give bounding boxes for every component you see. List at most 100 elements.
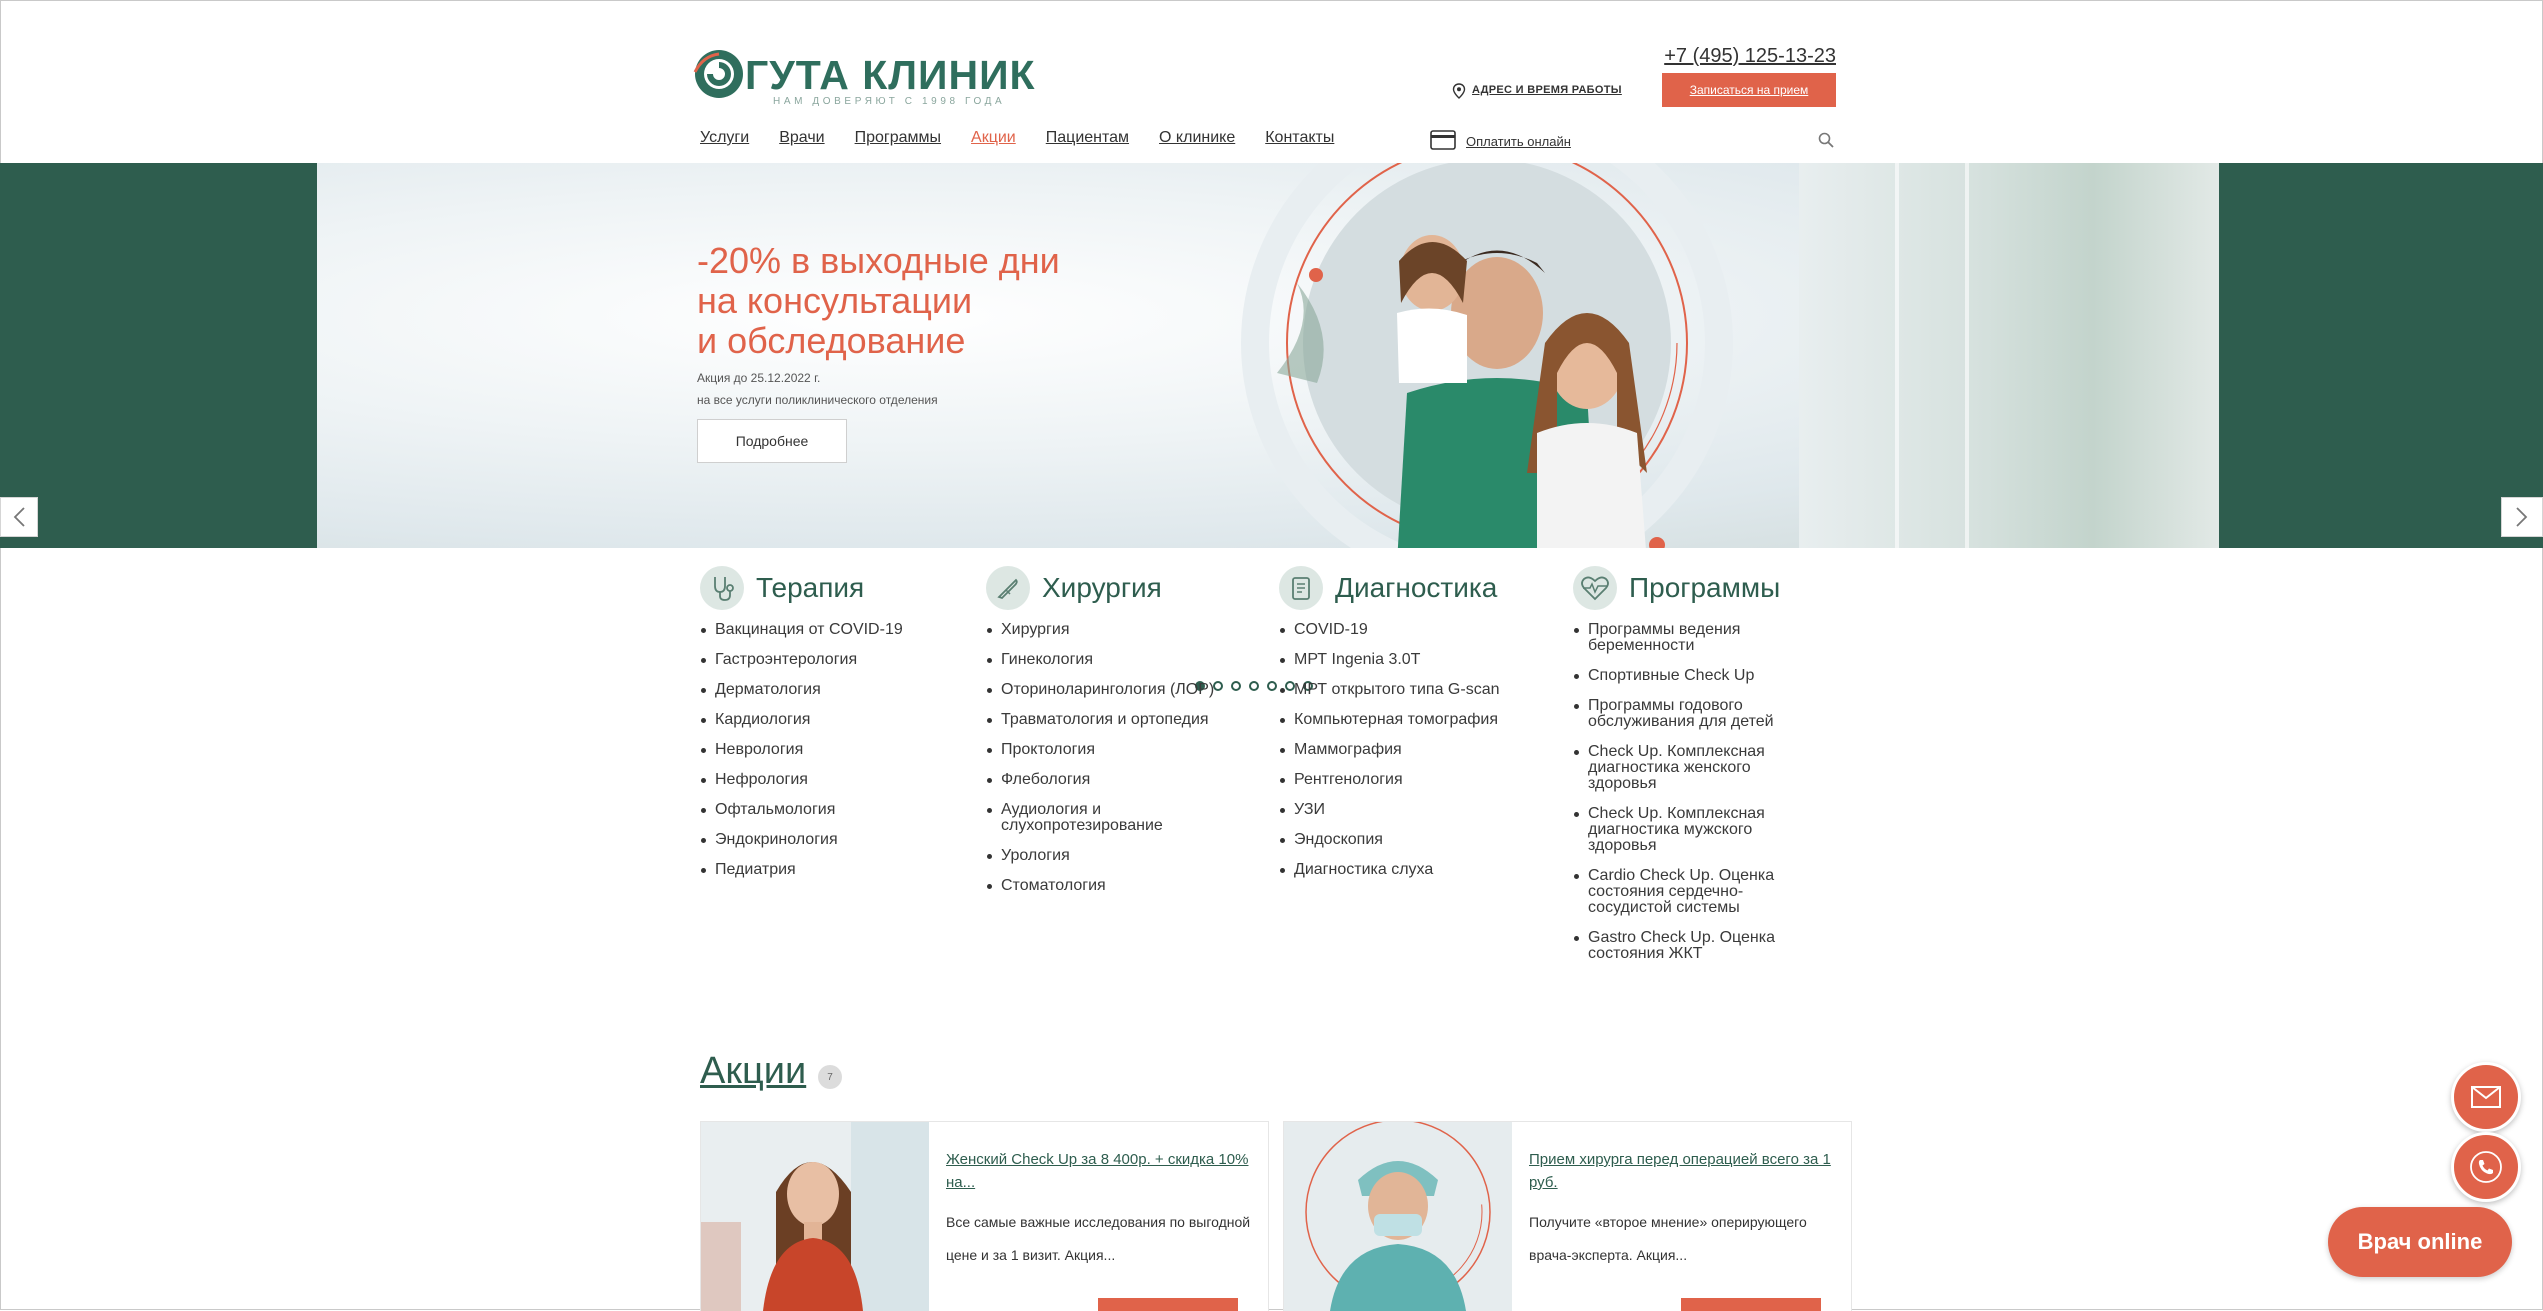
map-pin-icon [1452, 83, 1466, 99]
category-link[interactable]: Нефрология [700, 772, 925, 788]
nav-item-patients[interactable]: Пациентам [1046, 129, 1129, 147]
nav-item-about[interactable]: О клинике [1159, 129, 1235, 147]
category-link[interactable]: Маммография [1279, 742, 1534, 758]
nav-item-promotions[interactable]: Акции [971, 129, 1016, 147]
logo-name: ГУТА КЛИНИК [745, 52, 1036, 98]
scalpel-icon [986, 566, 1030, 610]
hero-title: -20% в выходные дни на консультации и об… [697, 241, 1060, 361]
promo-card-title[interactable]: Женский Check Up за 8 400р. + скидка 10%… [946, 1148, 1256, 1194]
category-link[interactable]: Хирургия [986, 622, 1211, 638]
nav-item-programs[interactable]: Программы [855, 129, 941, 147]
category-link[interactable]: Вакцинация от COVID-19 [700, 622, 925, 638]
hero-title-line: на консультации [697, 280, 973, 321]
logo-swirl-icon [693, 50, 743, 98]
category-link[interactable]: УЗИ [1279, 802, 1534, 818]
promo-image-surgeon [1284, 1122, 1512, 1311]
category-title: Терапия [756, 572, 865, 603]
category-programs: Программы Программы ведения беременности… [1573, 566, 1798, 976]
hero-title-line: и обследование [697, 320, 966, 361]
nav-item-contacts[interactable]: Контакты [1265, 129, 1334, 147]
category-header[interactable]: Терапия [700, 566, 925, 612]
category-header[interactable]: Диагностика [1279, 566, 1534, 612]
category-link[interactable]: МРТ открытого типа G-scan [1279, 682, 1534, 698]
category-diagnostics: Диагностика COVID-19 МРТ Ingenia 3.0T МР… [1279, 566, 1534, 892]
hero-background-blur [1799, 163, 2219, 548]
category-link[interactable]: Check Up. Комплексная диагностика женско… [1573, 744, 1798, 792]
category-link[interactable]: Оториноларингология (ЛОР) [986, 682, 1241, 698]
category-link[interactable]: Офтальмология [700, 802, 925, 818]
category-link[interactable]: Эндокринология [700, 832, 925, 848]
category-link[interactable]: Травматология и ортопедия [986, 712, 1241, 728]
appointment-button[interactable]: Записаться на прием [1662, 73, 1836, 107]
nav-item-services[interactable]: Услуги [700, 129, 749, 147]
pay-online-label: Оплатить онлайн [1466, 134, 1571, 149]
category-therapy: Терапия Вакцинация от COVID-19 Гастроэнт… [700, 566, 925, 892]
promo-card[interactable]: Прием хирурга перед операцией всего за 1… [1283, 1121, 1852, 1311]
category-link[interactable]: Программы годового обслуживания для дете… [1573, 698, 1798, 730]
category-link[interactable]: Стоматология [986, 878, 1211, 894]
category-link[interactable]: Кардиология [700, 712, 925, 728]
category-link[interactable]: Check Up. Комплексная диагностика мужско… [1573, 806, 1798, 854]
promo-card[interactable]: Женский Check Up за 8 400р. + скидка 10%… [700, 1121, 1269, 1311]
category-link[interactable]: Проктология [986, 742, 1211, 758]
promotions-count-badge: 7 [818, 1065, 842, 1089]
category-list: Программы ведения беременности Спортивны… [1573, 622, 1798, 962]
category-link[interactable]: COVID-19 [1279, 622, 1534, 638]
category-link[interactable]: Диагностика слуха [1279, 862, 1534, 878]
category-link[interactable]: Педиатрия [700, 862, 925, 878]
category-link[interactable]: Cardio Check Up. Оценка состояния сердеч… [1573, 868, 1798, 916]
hero-slider: -20% в выходные дни на консультации и об… [0, 163, 2543, 691]
promo-card-title[interactable]: Прием хирурга перед операцией всего за 1… [1529, 1148, 1839, 1194]
hero-slide: -20% в выходные дни на консультации и об… [317, 163, 2219, 548]
category-link[interactable]: Аудиология и слухопротезирование [986, 802, 1211, 834]
category-link[interactable]: Гастроэнтерология [700, 652, 925, 668]
promo-card-description: Все самые важные исследования по выгодно… [946, 1214, 1251, 1263]
category-link[interactable]: МРТ Ingenia 3.0T [1279, 652, 1534, 668]
category-link[interactable]: Дерматология [700, 682, 925, 698]
category-link[interactable]: Неврология [700, 742, 925, 758]
hero-light-stripe [1965, 163, 1969, 548]
category-link[interactable]: Рентгенология [1279, 772, 1534, 788]
category-link[interactable]: Gastro Check Up. Оценка состояния ЖКТ [1573, 930, 1798, 962]
phone-call-icon [2470, 1151, 2502, 1183]
category-link[interactable]: Гинекология [986, 652, 1211, 668]
slider-prev-button[interactable] [0, 497, 38, 537]
hero-light-stripe [1895, 163, 1899, 548]
promo-card-button[interactable] [1681, 1298, 1821, 1311]
nav-item-doctors[interactable]: Врачи [779, 129, 824, 147]
callback-fab-button[interactable] [2451, 1132, 2521, 1202]
chevron-right-icon [2516, 507, 2528, 527]
envelope-icon [2471, 1086, 2501, 1108]
doctor-online-button[interactable]: Врач online [2328, 1207, 2512, 1277]
slider-dot[interactable] [1249, 681, 1259, 691]
category-link[interactable]: Флебология [986, 772, 1211, 788]
promo-card-description: Получите «второе мнение» оперирующего вр… [1529, 1214, 1807, 1263]
category-link[interactable]: Программы ведения беременности [1573, 622, 1798, 654]
category-link[interactable]: Спортивные Check Up [1573, 668, 1798, 684]
category-link[interactable]: Компьютерная томография [1279, 712, 1534, 728]
phone-link[interactable]: +7 (495) 125-13-23 [1664, 45, 1836, 68]
category-link[interactable]: Эндоскопия [1279, 832, 1534, 848]
hero-more-button[interactable]: Подробнее [697, 419, 847, 463]
promotions-title[interactable]: Акции [700, 1050, 806, 1093]
family-photo [1241, 163, 1733, 548]
category-list: COVID-19 МРТ Ingenia 3.0T МРТ открытого … [1279, 622, 1534, 878]
logo-tagline: НАМ ДОВЕРЯЮТ С 1998 ГОДА [773, 96, 1006, 107]
promo-card-button[interactable] [1098, 1298, 1238, 1311]
category-link[interactable]: Урология [986, 848, 1211, 864]
chevron-left-icon [13, 507, 25, 527]
search-icon[interactable] [1818, 132, 1834, 153]
credit-card-icon [1430, 130, 1456, 150]
slider-dot[interactable] [1267, 681, 1277, 691]
category-header[interactable]: Хирургия [986, 566, 1241, 612]
hero-promo-scope: на все услуги поликлинического отделения [697, 393, 938, 407]
slider-next-button[interactable] [2501, 497, 2543, 537]
address-link-label: АДРЕС И ВРЕМЯ РАБОТЫ [1472, 84, 1622, 96]
category-surgery: Хирургия Хирургия Гинекология Оторинолар… [986, 566, 1241, 908]
email-fab-button[interactable] [2451, 1062, 2521, 1132]
category-title: Диагностика [1335, 572, 1498, 603]
main-nav: Услуги Врачи Программы Акции Пациентам О… [700, 129, 1364, 147]
category-header[interactable]: Программы [1573, 566, 1798, 612]
stethoscope-icon [700, 566, 744, 610]
hero-title-line: -20% в выходные дни [697, 240, 1060, 281]
